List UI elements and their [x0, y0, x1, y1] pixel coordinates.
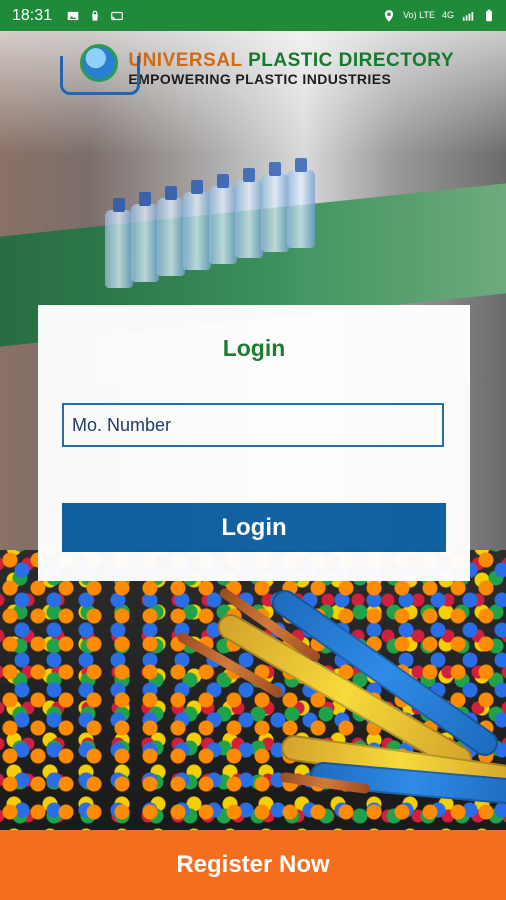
- bottle-shape: [157, 186, 185, 276]
- status-time: 18:31: [12, 6, 53, 24]
- brand-tagline: EMPOWERING PLASTIC INDUSTRIES: [128, 71, 392, 87]
- status-left-icons: [66, 9, 124, 23]
- login-title: Login: [222, 335, 286, 361]
- background-bottles: [105, 158, 345, 290]
- network-label: Vo) LTE: [403, 10, 435, 20]
- brand-title: UNIVERSAL PLASTIC DIRECTORY: [128, 50, 454, 71]
- bottle-shape: [105, 198, 133, 288]
- register-now-button[interactable]: Register Now: [0, 830, 506, 900]
- login-card: Login Login: [38, 305, 470, 581]
- bottle-shape: [287, 158, 315, 248]
- login-button[interactable]: Login: [62, 503, 446, 552]
- battery-icon: [486, 9, 492, 21]
- status-right: Vo) LTE 4G: [382, 9, 496, 23]
- bottle-shape: [235, 168, 263, 258]
- mobile-number-input[interactable]: [62, 403, 444, 447]
- globe-icon: [80, 44, 118, 82]
- brand-logo: UNIVERSAL PLASTIC DIRECTORY EMPOWERING P…: [54, 42, 454, 98]
- signal-icon: [462, 11, 474, 21]
- logo-mark: [54, 42, 140, 98]
- brand-text: UNIVERSAL PLASTIC DIRECTORY EMPOWERING P…: [128, 50, 454, 88]
- background-cables: [170, 584, 506, 830]
- brand-title-plastic-directory: PLASTIC DIRECTORY: [248, 50, 454, 71]
- bottle-shape: [261, 162, 289, 252]
- bottle-shape: [131, 192, 159, 282]
- bottle-shape: [209, 174, 237, 264]
- status-bar: 18:31 Vo) LTE 4G: [0, 0, 506, 31]
- brand-title-universal: UNIVERSAL: [128, 50, 243, 71]
- bag-icon: [92, 10, 98, 21]
- cast-icon: [111, 11, 123, 20]
- location-icon: [385, 9, 394, 22]
- network-type: 4G: [441, 10, 454, 20]
- bottle-shape: [183, 180, 211, 270]
- photo-icon: [67, 11, 79, 20]
